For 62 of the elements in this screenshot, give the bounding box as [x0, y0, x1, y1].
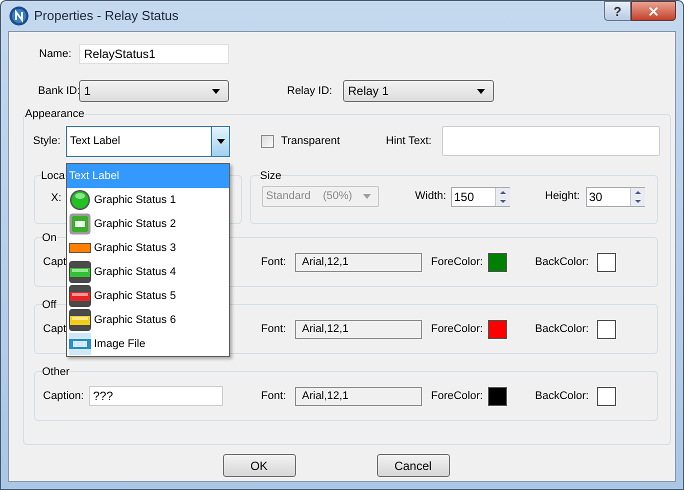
size-title: Size [260, 168, 282, 184]
backcolor-label: BackColor: [535, 322, 590, 337]
location-title: Loca [41, 168, 65, 184]
style-option[interactable]: Image File [67, 332, 229, 356]
fore-color-swatch[interactable] [488, 320, 507, 338]
bank-id-dropdown[interactable]: 1 [79, 80, 229, 102]
caret-icon [212, 88, 220, 94]
caption-label: Capt [43, 254, 68, 270]
fore-color-swatch[interactable] [488, 386, 507, 406]
back-color-swatch[interactable] [597, 386, 616, 406]
close-icon [647, 4, 660, 18]
forecolor-label: ForeColor: [431, 322, 484, 337]
close-button[interactable] [631, 1, 676, 21]
style-label: Style: [33, 134, 62, 149]
relay-id-dropdown[interactable]: Relay 1 [343, 80, 494, 102]
caret-icon [363, 194, 371, 199]
hint-text-field[interactable] [442, 126, 660, 156]
section-title: Other [42, 364, 70, 380]
transparent-label: Transparent [281, 134, 340, 149]
style-dropdown[interactable]: Text Label [66, 126, 230, 156]
dialog-button[interactable]: Cancel [376, 454, 450, 477]
style-option[interactable]: Graphic Status 1 [67, 188, 229, 212]
style-option[interactable]: Graphic Status 5 [67, 284, 229, 308]
forecolor-label: ForeColor: [431, 254, 484, 270]
transparent-checkbox[interactable] [261, 134, 274, 148]
height-label: Height: [545, 189, 581, 204]
fore-color-swatch[interactable] [488, 252, 507, 272]
caption-label: Capt [43, 322, 68, 337]
back-color-swatch[interactable] [597, 252, 616, 272]
forecolor-label: ForeColor: [431, 388, 484, 404]
relay-id-label: Relay ID: [287, 84, 334, 99]
number-spinner[interactable]: 30 [586, 186, 645, 206]
x-label: X: [51, 191, 62, 206]
style-option[interactable]: Graphic Status 6 [67, 308, 229, 332]
appearance-title: Appearance [25, 107, 84, 122]
back-color-swatch[interactable] [597, 320, 616, 338]
help-button[interactable]: ? [604, 1, 631, 21]
font-field[interactable]: Arial,12,1 [295, 320, 422, 338]
font-field[interactable]: Arial,12,1 [295, 386, 422, 406]
caption-field[interactable]: ??? [89, 386, 223, 406]
font-label: Font: [261, 322, 288, 337]
backcolor-label: BackColor: [535, 388, 590, 404]
font-field[interactable]: Arial,12,1 [295, 252, 422, 272]
bank-id-label: Bank ID: [38, 84, 79, 99]
style-option[interactable]: Graphic Status 2 [67, 212, 229, 236]
window-title: Properties - Relay Status [34, 7, 179, 26]
dialog-button[interactable]: OK [222, 454, 296, 477]
caret-icon [477, 88, 485, 94]
hint-text-label: Hint Text: [386, 134, 433, 149]
app-logo-icon [9, 6, 29, 26]
backcolor-label: BackColor: [535, 254, 590, 270]
style-option[interactable]: Graphic Status 4 [67, 260, 229, 284]
name-field[interactable]: RelayStatus1 [79, 44, 229, 64]
width-label: Width: [415, 189, 448, 204]
section-title: Off [42, 298, 56, 312]
font-label: Font: [261, 254, 288, 270]
caption-label: Caption: [43, 388, 85, 404]
style-option[interactable]: Graphic Status 3 [67, 236, 229, 260]
caret-icon [216, 138, 224, 144]
font-label: Font: [261, 388, 288, 404]
number-spinner[interactable]: 150 [451, 186, 510, 206]
section-title: On [42, 230, 57, 246]
